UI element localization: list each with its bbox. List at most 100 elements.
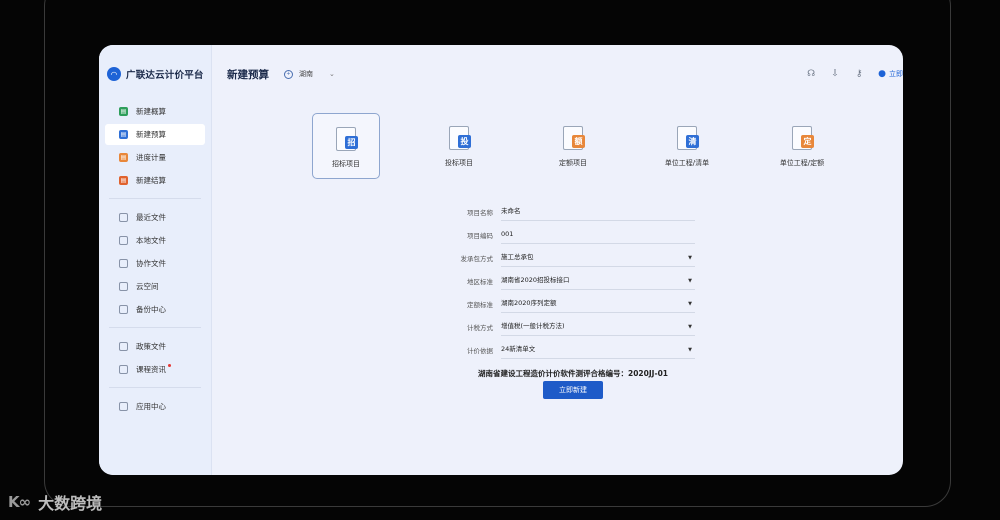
course-icon	[119, 365, 128, 374]
key-icon[interactable]: ⚷	[852, 67, 866, 81]
brand-name: 广联达云计价平台	[126, 70, 204, 81]
sidebar-item-app-center[interactable]: 应用中心	[105, 396, 205, 417]
sidebar-item-label: 进度计量	[136, 153, 166, 162]
download-icon[interactable]: ⇩	[828, 67, 842, 81]
document-icon: 额	[563, 126, 585, 150]
project-type-label: 单位工程/定额	[779, 159, 825, 167]
tax-method-select[interactable]: 增值税(一般计税方法) ▼	[501, 317, 695, 336]
sidebar-item-backup[interactable]: 备份中心	[105, 299, 205, 320]
header-actions: ☊ ⇩ ⚷ ● 立即	[794, 67, 903, 81]
quota-standard-select[interactable]: 湖南2020序列定额 ▼	[501, 294, 695, 313]
field-label: 定额标准	[467, 300, 493, 309]
fixed-badge-icon: 定	[801, 135, 814, 148]
project-type-label: 定额项目	[559, 159, 587, 167]
sidebar-item-courses[interactable]: 课程资讯	[105, 359, 205, 380]
sidebar-item-cloud[interactable]: 云空间	[105, 276, 205, 297]
chevron-down-icon: ⌄	[329, 70, 335, 78]
sidebar-item-label: 最近文件	[136, 213, 166, 222]
field-label: 发承包方式	[460, 254, 494, 263]
field-label: 地区标准	[467, 277, 493, 286]
sidebar: ◠ 广联达云计价平台 ▤ 新建概算 ▤ 新建预算 ▤ 进度计量 ▤ 新建结算 最…	[99, 45, 212, 475]
estimate-icon: ▤	[119, 107, 128, 116]
form-row-pricing-basis: 计价依据 24新清单文 ▼	[449, 338, 695, 361]
sidebar-item-label: 新建结算	[136, 176, 166, 185]
settlement-icon: ▤	[119, 176, 128, 185]
new-project-form: 项目名称 未命名 项目编码 001 发承包方式 施工总承包 ▼ 地区标准 湖南省…	[449, 200, 695, 361]
divider	[109, 327, 201, 328]
sidebar-item-label: 云空间	[136, 282, 159, 291]
support-icon[interactable]: ☊	[804, 67, 818, 81]
header: 新建预算 + 湖南 ⌄ ☊ ⇩ ⚷ ● 立即	[211, 45, 903, 101]
sidebar-item-label: 新建预算	[136, 130, 166, 139]
field-label: 计税方式	[467, 323, 493, 332]
local-file-icon	[119, 236, 128, 245]
watermark: K∞ 大数跨境	[8, 490, 102, 514]
project-type-quota[interactable]: 额 定额项目	[540, 113, 606, 177]
collab-icon	[119, 259, 128, 268]
sidebar-item-new-estimate[interactable]: ▤ 新建概算	[105, 101, 205, 122]
project-code-input[interactable]: 001	[501, 225, 695, 244]
select-value: 24新清单文	[501, 345, 536, 353]
caret-down-icon: ▼	[688, 278, 692, 284]
tender-badge-icon: 招	[345, 136, 358, 149]
sidebar-item-local-files[interactable]: 本地文件	[105, 230, 205, 251]
progress-icon: ▤	[119, 153, 128, 162]
sidebar-item-label: 备份中心	[136, 305, 166, 314]
divider	[109, 387, 201, 388]
sidebar-item-label: 协作文件	[136, 259, 166, 268]
sidebar-item-label: 应用中心	[136, 402, 166, 411]
location-icon: +	[284, 69, 293, 79]
sidebar-item-recent[interactable]: 最近文件	[105, 207, 205, 228]
document-icon: 定	[792, 126, 814, 150]
brand: ◠ 广联达云计价平台	[107, 67, 204, 81]
project-type-bid[interactable]: 投 投标项目	[426, 113, 492, 177]
cloud-icon	[119, 282, 128, 291]
sidebar-item-label: 本地文件	[136, 236, 166, 245]
project-type-unit-list[interactable]: 清 单位工程/清单	[654, 113, 720, 177]
caret-down-icon: ▼	[688, 301, 692, 307]
sidebar-item-new-budget[interactable]: ▤ 新建预算	[105, 124, 205, 145]
bid-badge-icon: 投	[458, 135, 471, 148]
sidebar-item-progress[interactable]: ▤ 进度计量	[105, 147, 205, 168]
list-badge-icon: 清	[686, 135, 699, 148]
brand-logo-icon: ◠	[107, 67, 121, 81]
region-label: 湖南	[299, 70, 313, 78]
sidebar-item-label: 新建概算	[136, 107, 166, 116]
caret-down-icon: ▼	[688, 324, 692, 330]
project-name-input[interactable]: 未命名	[501, 202, 695, 221]
form-row-contract-mode: 发承包方式 施工总承包 ▼	[449, 246, 695, 269]
notification-dot	[168, 364, 171, 367]
pricing-basis-select[interactable]: 24新清单文 ▼	[501, 340, 695, 359]
budget-icon: ▤	[119, 130, 128, 139]
region-selector[interactable]: + 湖南 ⌄	[284, 69, 335, 79]
project-type-tender[interactable]: 招 招标项目	[312, 113, 380, 179]
recent-icon	[119, 213, 128, 222]
certificate-text: 湖南省建设工程造价计价软件测评合格编号：2020JJ-01	[478, 369, 669, 378]
page-title: 新建预算	[227, 69, 269, 81]
contract-mode-select[interactable]: 施工总承包 ▼	[501, 248, 695, 267]
user-menu[interactable]: ● 立即	[878, 69, 903, 79]
project-type-unit-quota[interactable]: 定 单位工程/定额	[769, 113, 835, 177]
sidebar-item-policy[interactable]: 政策文件	[105, 336, 205, 357]
create-now-button[interactable]: 立即新建	[543, 381, 603, 399]
project-type-label: 投标项目	[445, 159, 473, 167]
sidebar-item-collab-files[interactable]: 协作文件	[105, 253, 205, 274]
field-label: 项目编码	[467, 231, 493, 240]
form-row-project-name: 项目名称 未命名	[449, 200, 695, 223]
region-standard-select[interactable]: 湖南省2020招投标接口 ▼	[501, 271, 695, 290]
form-row-quota-standard: 定额标准 湖南2020序列定额 ▼	[449, 292, 695, 315]
select-value: 施工总承包	[501, 253, 534, 261]
document-icon: 投	[449, 126, 471, 150]
sidebar-group-create: ▤ 新建概算 ▤ 新建预算 ▤ 进度计量 ▤ 新建结算 最近文件 本地文件 协作…	[105, 101, 205, 419]
backup-icon	[119, 305, 128, 314]
sidebar-item-label: 课程资讯	[136, 365, 166, 374]
project-type-label: 单位工程/清单	[664, 159, 710, 167]
document-icon: 清	[677, 126, 699, 150]
caret-down-icon: ▼	[688, 347, 692, 353]
watermark-text: 大数跨境	[38, 494, 103, 513]
quota-badge-icon: 额	[572, 135, 585, 148]
field-label: 项目名称	[467, 208, 493, 217]
sidebar-item-new-settlement[interactable]: ▤ 新建结算	[105, 170, 205, 191]
app-window: ◠ 广联达云计价平台 ▤ 新建概算 ▤ 新建预算 ▤ 进度计量 ▤ 新建结算 最…	[99, 45, 903, 475]
user-label: 立即	[889, 70, 903, 78]
